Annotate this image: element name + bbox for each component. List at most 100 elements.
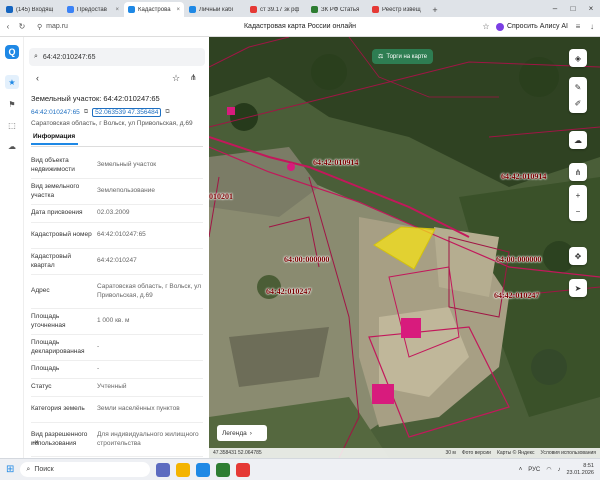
browser-tab[interactable]: Личный кабі — [185, 2, 245, 17]
upload-button[interactable]: ☁ — [569, 131, 587, 149]
minimize-icon[interactable]: – — [546, 4, 564, 13]
table-row: Статус Учтенный — [31, 379, 203, 397]
cadastral-label: 64:42:010914 — [501, 172, 547, 181]
select-area-icon[interactable]: ⬚ — [5, 118, 19, 132]
coords-chip[interactable]: 52.063539 47.356484 — [92, 108, 162, 117]
browser-tab[interactable]: (145) Входящ — [2, 2, 62, 17]
row-key: Вид объекта недвижимости — [31, 157, 75, 173]
app-logo[interactable]: Q — [5, 45, 19, 59]
move-button[interactable]: ✥ — [569, 247, 587, 265]
row-key: Дата присвоения — [31, 209, 83, 217]
row-key: Вид земельного участка — [31, 183, 80, 199]
clock[interactable]: 8:51 23.01.2026 — [566, 463, 594, 476]
share-icon[interactable]: ⋔ — [190, 73, 197, 82]
clock-date: 23.01.2026 — [566, 469, 594, 476]
parcel-id-row: 64:42:010247:65 ⧉ 52.063539 47.356484 ⧉ — [31, 108, 170, 117]
chevron-up-icon[interactable]: ˄ — [519, 467, 523, 473]
copy-icon[interactable]: ⧉ — [84, 109, 88, 116]
copy-icon[interactable]: ⧉ — [165, 109, 169, 116]
edge-icon[interactable] — [196, 462, 211, 477]
excel-icon[interactable] — [216, 462, 231, 477]
url-field[interactable]: ⚲ map.ru — [32, 20, 152, 34]
browser-tab-strip: (145) Входящ Предостав × Кадастрова × Личн… — [0, 0, 600, 17]
move-icon: ✥ — [574, 251, 582, 261]
locate-arrow-icon: ➤ — [574, 283, 582, 293]
table-row: Площадь уточненная 1 000 кв. м — [31, 309, 203, 335]
browser-tab-active[interactable]: Кадастрова × — [124, 2, 184, 17]
close-window-icon[interactable]: × — [582, 4, 600, 13]
row-value: Земельный участок — [97, 161, 157, 169]
auctions-label: Торги на карте — [386, 53, 428, 60]
bookmark-icon[interactable]: ☆ — [482, 22, 490, 31]
pencil-icon[interactable]: ✎ — [575, 79, 582, 95]
windows-start-icon[interactable]: ⊞ — [6, 464, 14, 475]
taskbar-search[interactable]: ⌕ Поиск — [20, 462, 151, 477]
browser-tab[interactable]: ст 39.17 зк рф — [246, 2, 306, 17]
table-row: Площадь - — [31, 361, 203, 379]
photo-versions-link[interactable]: Фото версии — [462, 450, 491, 456]
browser-tab[interactable]: Предостав × — [63, 2, 123, 17]
browser-tab[interactable]: Реестр извещ — [368, 2, 428, 17]
volume-icon[interactable]: ♪ — [557, 467, 560, 473]
terms-link[interactable]: Условия использования — [541, 450, 597, 456]
share-button[interactable]: ⋔ — [569, 163, 587, 181]
menu-icon[interactable]: ≡ — [574, 22, 582, 31]
table-row: Площадь декларированная - — [31, 335, 203, 361]
tab-information[interactable]: Информация — [31, 133, 79, 145]
alice-label: Спросить Алису AI — [506, 23, 568, 30]
close-icon[interactable]: × — [115, 7, 119, 13]
cadastral-label: 64:00:000000 — [284, 255, 330, 264]
flag-icon[interactable]: ⚑ — [5, 97, 19, 111]
row-key: Кадастровый квартал — [31, 253, 72, 269]
wifi-icon[interactable]: ◠ — [546, 466, 551, 473]
locate-button[interactable]: ➤ — [569, 279, 587, 297]
auctions-button[interactable]: ⚖ Торги на карте — [372, 49, 434, 64]
clock-time: 8:51 — [583, 462, 594, 469]
logout-icon[interactable]: ⇥ — [31, 437, 39, 448]
edit-icon[interactable]: ✐ — [575, 95, 582, 111]
row-value: 02.03.2009 — [97, 209, 130, 217]
tab-label: ЗК РФ Статья — [321, 6, 360, 13]
alice-button[interactable]: Спросить Алису AI — [495, 22, 568, 31]
yandex-icon — [250, 6, 257, 13]
table-row: Кадастровый квартал 64:42:010247 — [31, 249, 203, 275]
search-icon: ⌕ — [34, 53, 38, 60]
legend-button[interactable]: Легенда › — [217, 425, 267, 441]
zoom-in-icon[interactable]: + — [576, 187, 581, 203]
zoom-out-icon[interactable]: − — [576, 203, 581, 219]
browser-tab[interactable]: ЗК РФ Статья — [307, 2, 367, 17]
table-row: Адрес Саратовская область, г Вольск, ул П… — [31, 275, 203, 309]
copyright-link[interactable]: Карты © Яндекс — [497, 450, 535, 456]
file-explorer-icon[interactable] — [176, 462, 191, 477]
parcel-address: Саратовская область, г Вольск, ул Привол… — [31, 120, 193, 127]
row-value: - — [97, 365, 100, 373]
layers-button[interactable]: ◈ — [569, 49, 587, 67]
star-icon[interactable]: ☆ — [172, 73, 180, 84]
new-tab-button[interactable]: + — [429, 2, 441, 17]
cloud-icon[interactable]: ☁ — [5, 139, 19, 153]
alice-icon — [495, 22, 504, 31]
close-icon[interactable]: × — [176, 7, 180, 13]
download-icon[interactable]: ↓ — [588, 22, 596, 31]
back-icon[interactable]: ‹ — [36, 73, 39, 83]
reload-icon[interactable]: ↻ — [18, 22, 26, 31]
share-icon: ⋔ — [574, 167, 582, 177]
map-view[interactable]: ⚖ Торги на карте 64:42:010914 64:42:0109… — [209, 37, 600, 458]
back-arrow-icon[interactable]: ‹ — [4, 22, 12, 31]
row-value: Для индивидуального жилищного строительс… — [97, 431, 199, 447]
table-row: Дата присвоения 02.03.2009 — [31, 205, 203, 223]
scale-label: 30 м — [445, 450, 456, 456]
row-key: Вид разрешенного использования — [31, 431, 88, 447]
hammer-icon: ⚖ — [378, 54, 384, 60]
parcel-id-link[interactable]: 64:42:010247:65 — [31, 109, 80, 116]
yandex-browser-icon[interactable] — [236, 462, 251, 477]
row-key: Площадь декларированная — [31, 339, 85, 355]
legend-label: Легенда — [222, 429, 247, 437]
task-view-icon[interactable] — [156, 462, 171, 477]
cadastral-label: 64:42:010247 — [266, 287, 312, 296]
lang-indicator[interactable]: РУС — [528, 467, 540, 473]
search-input[interactable]: ⌕ 64:42:010247:65 — [29, 48, 205, 66]
row-value: - — [97, 343, 100, 351]
maximize-icon[interactable]: □ — [564, 4, 582, 13]
favorites-icon[interactable]: ★ — [5, 75, 19, 89]
